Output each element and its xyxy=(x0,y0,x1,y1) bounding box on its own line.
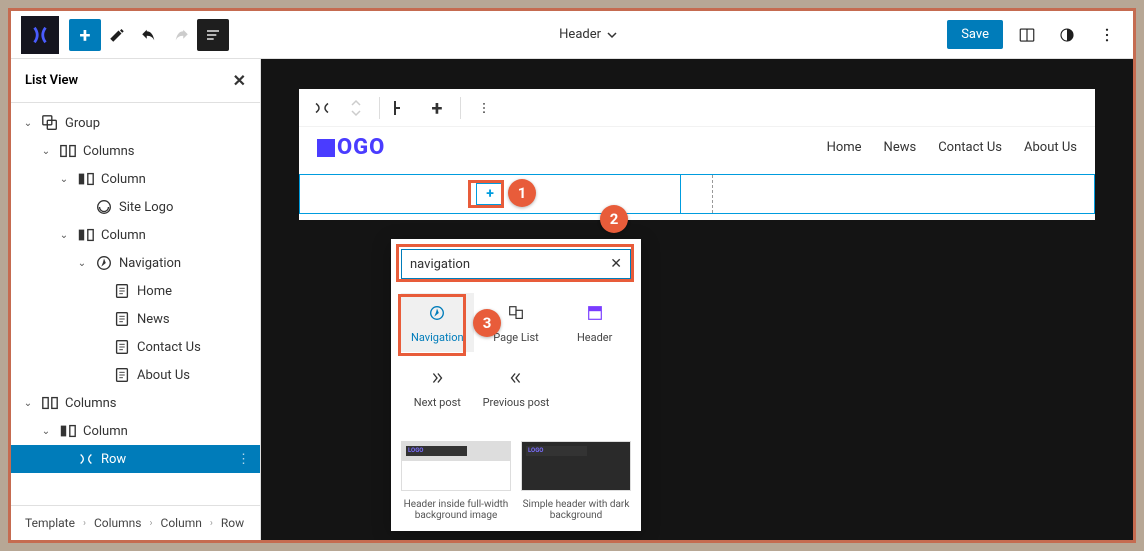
tree-item-group[interactable]: ⌄Group xyxy=(11,109,260,137)
tree-item-contact-us[interactable]: Contact Us xyxy=(11,333,260,361)
tree-item-navigation[interactable]: ⌄Navigation xyxy=(11,249,260,277)
row-icon xyxy=(77,450,95,468)
list-view-panel: List View ✕ ⌄Group⌄Columns⌄ColumnSite Lo… xyxy=(11,59,261,540)
columns-icon xyxy=(59,142,77,160)
list-view-title: List View xyxy=(25,73,78,88)
tree-item-home[interactable]: Home xyxy=(11,277,260,305)
page-icon xyxy=(113,366,131,384)
tree-item-column[interactable]: ⌄Column xyxy=(11,165,260,193)
undo-button[interactable] xyxy=(133,19,165,51)
tree-item-column[interactable]: ⌄Column xyxy=(11,221,260,249)
add-inline-button[interactable]: + xyxy=(422,93,452,123)
block-tree: ⌄Group⌄Columns⌄ColumnSite Logo⌄Column⌄Na… xyxy=(11,103,260,505)
pattern-item[interactable]: LOGOHeader inside full-width background … xyxy=(401,441,511,521)
nav-links: Home News Contact Us About Us xyxy=(827,140,1077,155)
tree-item-row[interactable]: Row⋮ xyxy=(11,445,260,473)
columns-icon xyxy=(41,394,59,412)
app-logo[interactable] xyxy=(21,16,59,54)
page-icon xyxy=(113,310,131,328)
header-template: + OGO Home News Contact Us About Us + 1 2 xyxy=(299,89,1095,220)
breadcrumb-item[interactable]: Template xyxy=(25,516,75,530)
edit-tool-button[interactable] xyxy=(101,19,133,51)
document-title: Header xyxy=(559,27,601,42)
annotation-1: 1 xyxy=(508,179,536,207)
site-logo-placeholder: OGO xyxy=(317,135,385,160)
inserter-block-previous-post[interactable]: Previous post xyxy=(480,358,553,417)
nav-link[interactable]: Home xyxy=(827,140,862,155)
page-icon xyxy=(113,282,131,300)
editor-canvas: + OGO Home News Contact Us About Us + 1 2 xyxy=(261,59,1133,540)
column-icon xyxy=(77,170,95,188)
close-icon[interactable]: ✕ xyxy=(233,71,246,90)
nav-icon xyxy=(425,301,449,325)
clear-search-icon[interactable]: ✕ xyxy=(610,256,622,272)
nav-link[interactable]: About Us xyxy=(1024,140,1077,155)
styles-button[interactable] xyxy=(1051,19,1083,51)
page-icon xyxy=(113,338,131,356)
nav-link[interactable]: News xyxy=(884,140,917,155)
inserter-block-next-post[interactable]: Next post xyxy=(401,358,474,417)
more-options-button[interactable] xyxy=(1091,19,1123,51)
block-inserter-popover: ✕ NavigationPage ListHeaderNext postPrev… xyxy=(391,239,641,531)
sitelogo-icon xyxy=(95,198,113,216)
inserter-block-navigation[interactable]: Navigation xyxy=(401,293,474,352)
add-block-inline[interactable]: + xyxy=(476,183,504,205)
column-icon xyxy=(77,226,95,244)
document-switcher[interactable]: Header xyxy=(229,27,947,42)
tree-item-columns[interactable]: ⌄Columns xyxy=(11,137,260,165)
columns-block[interactable]: + 1 2 xyxy=(299,174,1095,214)
annotation-2: 2 xyxy=(600,205,628,233)
group-icon xyxy=(41,114,59,132)
tree-item-site-logo[interactable]: Site Logo xyxy=(11,193,260,221)
annotation-3: 3 xyxy=(473,309,501,337)
breadcrumb-item[interactable]: Column xyxy=(161,516,202,530)
pagelist-icon xyxy=(504,301,528,325)
row-block-icon[interactable] xyxy=(307,93,337,123)
save-button[interactable]: Save xyxy=(947,20,1003,49)
search-input[interactable] xyxy=(410,257,610,272)
inserter-search[interactable]: ✕ xyxy=(401,249,631,279)
list-view-toggle[interactable] xyxy=(197,19,229,51)
more-icon[interactable]: ⋮ xyxy=(237,452,250,467)
nav-icon xyxy=(95,254,113,272)
pattern-item[interactable]: LOGOSimple header with dark background xyxy=(521,441,631,521)
tree-item-about-us[interactable]: About Us xyxy=(11,361,260,389)
nav-link[interactable]: Contact Us xyxy=(938,140,1002,155)
prev-icon xyxy=(504,366,528,390)
block-more-icon[interactable] xyxy=(469,93,499,123)
redo-button[interactable] xyxy=(165,19,197,51)
tree-item-news[interactable]: News xyxy=(11,305,260,333)
breadcrumb-item[interactable]: Row xyxy=(221,516,244,530)
tree-item-columns[interactable]: ⌄Columns xyxy=(11,389,260,417)
move-handle[interactable] xyxy=(341,93,371,123)
inserter-block-header[interactable]: Header xyxy=(558,293,631,352)
header-icon xyxy=(583,301,607,325)
breadcrumb-item[interactable]: Columns xyxy=(94,516,142,530)
breadcrumb[interactable]: Template›Columns›Column›Row xyxy=(11,505,260,540)
block-toolbar: + xyxy=(299,89,1095,127)
tree-item-column[interactable]: ⌄Column xyxy=(11,417,260,445)
next-icon xyxy=(425,366,449,390)
chevron-down-icon xyxy=(607,30,617,40)
view-button[interactable] xyxy=(1011,19,1043,51)
justify-tool[interactable] xyxy=(388,93,418,123)
editor-topbar: + Header Save xyxy=(11,11,1133,59)
add-block-button[interactable]: + xyxy=(69,19,101,51)
column-icon xyxy=(59,422,77,440)
